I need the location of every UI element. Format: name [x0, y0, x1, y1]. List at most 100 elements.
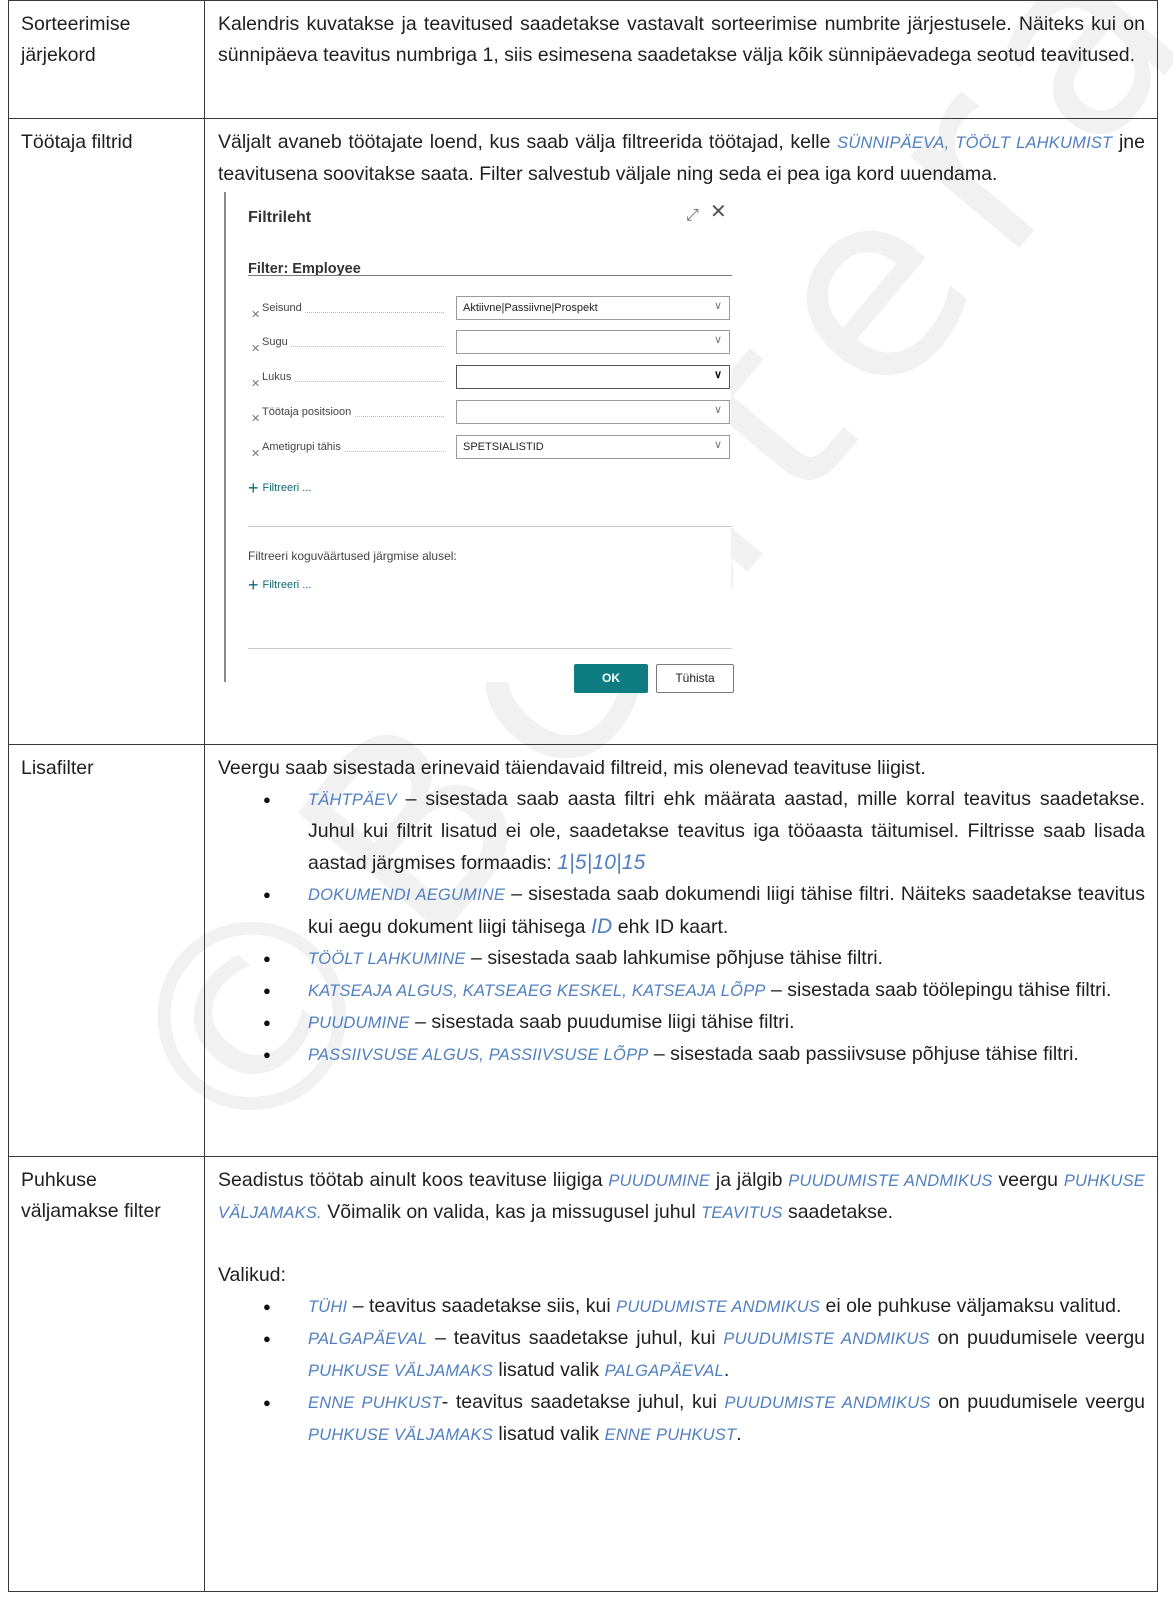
highlight-term: KATSEAJA ALGUS, KATSEAEG KESKEL, KATSEAJ…	[308, 982, 766, 1000]
highlight-term: PASSIIVSUSE ALGUS, PASSIIVSUSE LÕPP	[308, 1046, 649, 1064]
text: lisatud valik	[492, 1359, 605, 1381]
text: – sisestada saab puudumise liigi tähise …	[409, 1011, 795, 1033]
add-totals-filter-link[interactable]: + Filtreeri ...	[248, 570, 311, 601]
text: lisatud valik	[492, 1423, 605, 1445]
filter-options-list: TÄHTPÄEV – sisestada saab aasta filtri e…	[218, 784, 1145, 1071]
options-list: TÜHI – teavitus saadetakse siis, kui PUU…	[218, 1291, 1145, 1451]
options-label: Valikud:	[218, 1264, 286, 1286]
divider	[248, 526, 732, 527]
ok-button[interactable]: OK	[574, 664, 648, 693]
highlight-term: TÄHTPÄEV	[308, 791, 397, 809]
text: .	[723, 1359, 730, 1381]
filter-row-sugu: ✕ Sugu ∨	[248, 330, 732, 356]
text: ja jälgib	[710, 1169, 789, 1191]
text: saadetakse.	[782, 1201, 894, 1223]
table-row: Sorteerimise järjekord Kalendris kuvatak…	[8, 0, 1158, 119]
text: .	[736, 1423, 742, 1445]
row-label: Lisafilter	[8, 744, 205, 1157]
add-filter-label: Filtreeri ...	[262, 579, 312, 591]
chevron-down-icon: ∨	[713, 369, 722, 381]
remove-filter-icon[interactable]: ✕	[251, 369, 260, 400]
filter-value-select[interactable]: SPETSIALISTID ∨	[456, 435, 730, 459]
list-item: KATSEAJA ALGUS, KATSEAEG KESKEL, KATSEAJ…	[263, 975, 1145, 1007]
filter-field-name: Sugu	[262, 336, 291, 349]
row-label: Puhkuse väljamakse filter	[8, 1156, 205, 1592]
filter-field-name: Lukus	[262, 371, 295, 384]
highlight-term: SÜNNIPÄEVA, TÖÖLT LAHKUMIST	[837, 134, 1113, 152]
example-value: ID	[590, 915, 613, 938]
highlight-term: ENNE PUHKUST	[604, 1426, 737, 1444]
filter-row-ametigrupi-tahis: ✕ Ametigrupi tähis SPETSIALISTID ∨	[248, 435, 732, 461]
text: on puudumisele veergu	[930, 1391, 1146, 1413]
list-item: TÜHI – teavitus saadetakse siis, kui PUU…	[263, 1291, 1145, 1323]
highlight-term: PUUDUMISTE ANDMIKUS	[724, 1394, 931, 1412]
text: ehk ID kaart.	[612, 916, 729, 938]
row-description: Väljalt avaneb töötajate loend, kus saab…	[204, 118, 1158, 745]
chevron-down-icon: ∨	[713, 404, 722, 416]
divider	[248, 275, 732, 276]
highlight-term: PUHKUSE VÄLJAMAKS	[308, 1426, 493, 1444]
highlight-term: PALGAPÄEVAL	[604, 1362, 724, 1380]
filter-row-tootaja-positsioon: ✕ Töötaja positsioon ∨	[248, 400, 732, 426]
row-description: Kalendris kuvatakse ja teavitused saadet…	[204, 0, 1158, 119]
remove-filter-icon[interactable]: ✕	[251, 300, 260, 331]
table-row: Lisafilter Veergu saab sisestada erineva…	[8, 744, 1158, 1157]
row-description: Seadistus töötab ainult koos teavituse l…	[204, 1156, 1158, 1592]
list-item: TÖÖLT LAHKUMINE – sisestada saab lahkumi…	[263, 943, 1145, 975]
text: on puudumisele veergu	[929, 1327, 1146, 1349]
filter-row-seisund: ✕ Seisund Aktiivne|Passiivne|Prospekt ∨	[248, 296, 732, 322]
filter-header: Filter: Employee	[248, 261, 361, 277]
paragraph: Seadistus töötab ainult koos teavituse l…	[218, 1165, 1145, 1229]
highlight-term: TEAVITUS	[701, 1204, 783, 1222]
text: – teavitus saadetakse siis, kui	[347, 1295, 617, 1317]
filter-value-select[interactable]: ∨	[456, 400, 730, 424]
text: ei ole puhkuse väljamaksu valitud.	[820, 1295, 1122, 1317]
chevron-down-icon: ∨	[713, 334, 722, 346]
list-item: DOKUMENDI AEGUMINE – sisestada saab doku…	[263, 879, 1145, 943]
filter-value-select[interactable]: ∨	[456, 365, 730, 389]
table-row: Töötaja filtrid Väljalt avaneb töötajate…	[8, 118, 1158, 745]
highlight-term: PUUDUMINE	[308, 1014, 410, 1032]
row-label: Sorteerimise järjekord	[8, 0, 205, 119]
filter-value-select[interactable]: Aktiivne|Passiivne|Prospekt ∨	[456, 296, 730, 320]
remove-filter-icon[interactable]: ✕	[251, 404, 260, 435]
close-icon[interactable]: ✕	[710, 197, 727, 228]
highlight-term: PUUDUMINE	[608, 1172, 711, 1190]
text: veergu	[992, 1169, 1064, 1191]
expand-icon[interactable]: ⤢	[686, 200, 699, 231]
row-description: Veergu saab sisestada erinevaid täiendav…	[204, 744, 1158, 1157]
filter-dialog-screenshot: Filtrileht ⤢ ✕ Filter: Employee ✕ Seisun…	[224, 192, 734, 693]
filter-field-name: Seisund	[262, 302, 305, 315]
cancel-button[interactable]: Tühista	[656, 664, 734, 693]
list-item: PUUDUMINE – sisestada saab puudumise lii…	[263, 1007, 1145, 1039]
chevron-down-icon: ∨	[713, 300, 722, 312]
highlight-term: PUUDUMISTE ANDMIKUS	[723, 1330, 930, 1348]
text: – sisestada saab töölepingu tähise filtr…	[765, 979, 1112, 1001]
highlight-term: TÜHI	[308, 1298, 348, 1316]
filter-row-lukus: ✕ Lukus ∨	[248, 365, 732, 391]
highlight-term: DOKUMENDI AEGUMINE	[308, 886, 506, 904]
highlight-term: PUUDUMISTE ANDMIKUS	[616, 1298, 821, 1316]
highlight-term: PALGAPÄEVAL	[308, 1330, 428, 1348]
text: Võimalik on valida, kas ja missugusel ju…	[321, 1201, 702, 1223]
table-row: Puhkuse väljamakse filter Seadistus tööt…	[8, 1156, 1158, 1592]
list-item: PALGAPÄEVAL – teavitus saadetakse juhul,…	[263, 1323, 1146, 1387]
chevron-down-icon: ∨	[713, 439, 722, 451]
dialog-title: Filtrileht	[248, 209, 312, 226]
list-item: TÄHTPÄEV – sisestada saab aasta filtri e…	[263, 784, 1145, 879]
plus-icon: +	[248, 575, 259, 595]
add-filter-link[interactable]: + Filtreeri ...	[248, 473, 311, 504]
filter-value: Aktiivne|Passiivne|Prospekt	[463, 302, 598, 314]
text: Seadistus töötab ainult koos teavituse l…	[218, 1169, 609, 1191]
filter-value: SPETSIALISTID	[463, 441, 544, 453]
settings-table: Sorteerimise järjekord Kalendris kuvatak…	[8, 0, 1158, 1592]
filter-value-select[interactable]: ∨	[456, 330, 730, 354]
filter-field-name: Töötaja positsioon	[262, 406, 355, 419]
remove-filter-icon[interactable]: ✕	[251, 334, 260, 365]
divider	[248, 648, 732, 649]
remove-filter-icon[interactable]: ✕	[251, 439, 260, 470]
highlight-term: PUHKUSE VÄLJAMAKS	[308, 1362, 493, 1380]
text: – sisestada saab lahkumise põhjuse tähis…	[465, 947, 883, 969]
highlight-term: ENNE PUHKUST	[308, 1394, 442, 1412]
text: - teavitus saadetakse juhul, kui	[441, 1391, 725, 1413]
